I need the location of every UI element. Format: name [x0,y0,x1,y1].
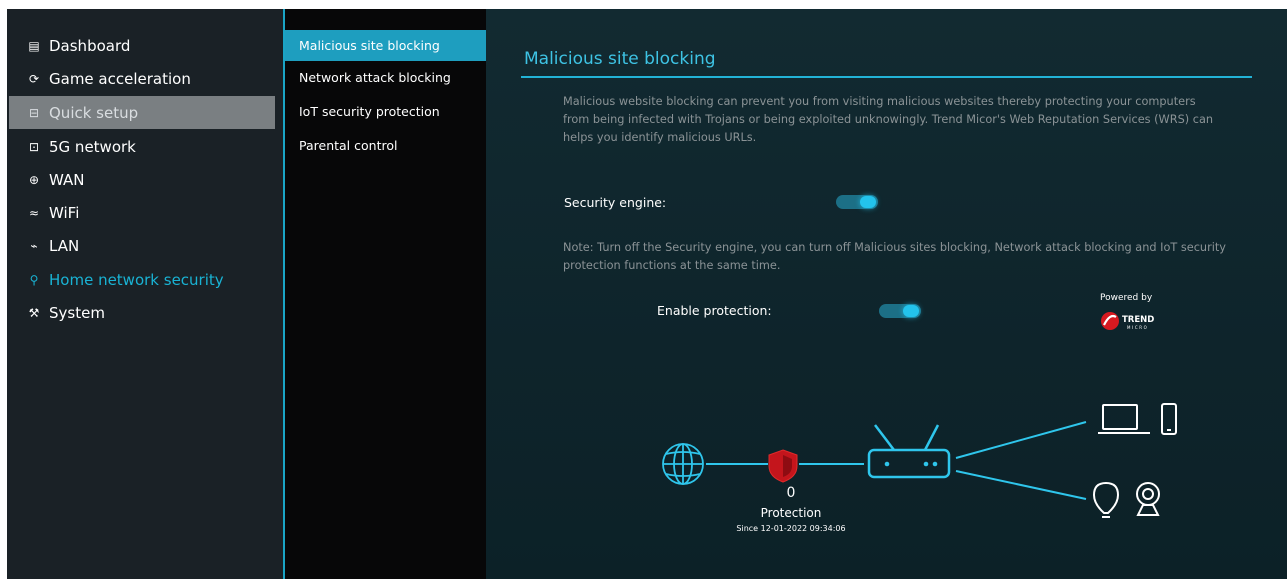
sidebar-item-label: Game acceleration [49,69,191,88]
sidebar: ▤ Dashboard ⟳ Game acceleration ⊟ Quick … [7,9,283,579]
speedometer-icon: ⟳ [28,71,40,86]
security-note: Note: Turn off the Security engine, you … [563,241,1226,272]
enable-protection-label: Enable protection: [657,303,772,318]
brand-text: TREND [1122,315,1154,325]
sidebar-item-dashboard[interactable]: ▤ Dashboard [9,29,275,62]
subnav-malicious-site-blocking[interactable]: Malicious site blocking [285,30,486,61]
link-line [955,470,1087,500]
sidebar-item-label: Quick setup [49,103,139,122]
sidebar-item-label: 5G network [49,137,136,156]
internet-globe-icon [662,443,704,485]
page-description: Malicious website blocking can prevent y… [563,95,1214,144]
sidebar-item-wan[interactable]: ⊕ WAN [9,163,275,196]
title-divider [521,76,1252,78]
sidebar-item-label: Home network security [49,270,224,289]
security-key-icon: ⚲ [29,272,39,287]
router-5g-icon: ⊡ [28,139,40,154]
sidebar-item-label: WAN [49,170,85,189]
subnav-network-attack-blocking[interactable]: Network attack blocking [285,62,486,93]
sidebar-item-home-network-security[interactable]: ⚲ Home network security [9,263,275,296]
shield-icon [768,449,798,483]
security-engine-label: Security engine: [564,195,667,210]
powered-by-text: Powered by [1100,293,1153,303]
globe-icon: ⊕ [28,172,40,187]
lan-icon: ⌁ [30,238,38,253]
computer-devices-icon [1098,403,1177,435]
iot-devices-icon [1092,481,1160,518]
sidebar-item-label: LAN [49,236,80,255]
sidebar-item-game-acceleration[interactable]: ⟳ Game acceleration [9,62,275,95]
brand-subtext: MICRO [1127,325,1148,330]
sidebar-item-label: Dashboard [49,36,131,55]
toggle-knob [903,305,919,317]
sidebar-item-quick-setup[interactable]: ⊟ Quick setup [9,96,275,129]
sidebar-item-label: System [49,303,105,322]
quick-setup-icon: ⊟ [28,105,40,120]
wifi-icon: ≈ [28,205,40,220]
sidebar-item-lan[interactable]: ⌁ LAN [9,229,275,262]
wrench-icon: ⚒ [28,305,40,320]
protection-since-timestamp: Since 12-01-2022 09:34:06 [736,524,846,533]
subnav: Malicious site blocking Network attack b… [285,9,486,579]
sidebar-item-label: WiFi [49,203,80,222]
link-line [955,421,1087,459]
enable-protection-toggle[interactable] [879,304,921,318]
sidebar-item-5g-network[interactable]: ⊡ 5G network [9,130,275,163]
dashboard-icon: ▤ [28,38,40,53]
protection-count: 0 [786,485,796,501]
app-frame: ▤ Dashboard ⟳ Game acceleration ⊟ Quick … [7,9,1287,579]
sidebar-item-system[interactable]: ⚒ System [9,296,275,329]
protection-label: Protection [760,506,822,520]
subnav-iot-security-protection[interactable]: IoT security protection [285,96,486,127]
sidebar-item-wifi[interactable]: ≈ WiFi [9,196,275,229]
trend-micro-logo: TREND MICRO [1101,312,1154,330]
content-panel: Malicious site blocking Malicious websit… [486,9,1287,579]
page-title: Malicious site blocking [524,49,716,69]
router-icon [867,424,951,479]
toggle-knob [860,196,876,208]
subnav-parental-control[interactable]: Parental control [285,130,486,161]
security-engine-toggle[interactable] [836,195,878,209]
